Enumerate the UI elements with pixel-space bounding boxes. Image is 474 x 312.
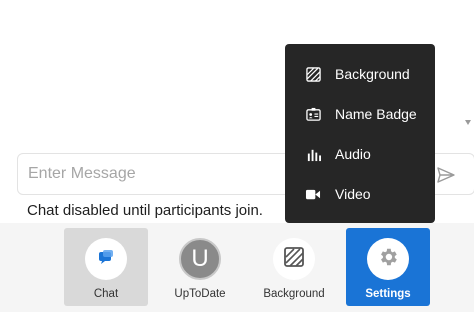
background-icon: [305, 66, 321, 82]
chat-status-text: Chat disabled until participants join.: [27, 202, 263, 219]
chat-label: Chat: [93, 288, 119, 300]
background-label: Background: [263, 288, 325, 300]
settings-label: Settings: [365, 288, 411, 300]
participant-label: UpToDate: [174, 288, 226, 300]
background-circle: [273, 238, 315, 280]
settings-menu: Background Name Badge Audio Video: [285, 44, 435, 223]
avatar: U: [179, 238, 221, 280]
chat-scrollbar[interactable]: [462, 0, 474, 140]
participant-circle: U: [179, 238, 221, 280]
background-button[interactable]: Background: [252, 228, 336, 306]
send-icon[interactable]: [436, 165, 456, 185]
chat-circle: [85, 238, 127, 280]
chat-bubble-icon: [97, 248, 115, 271]
audio-icon: [305, 146, 321, 162]
menu-item-name-badge[interactable]: Name Badge: [285, 94, 435, 134]
background-icon: [283, 246, 305, 273]
chat-button[interactable]: Chat: [64, 228, 148, 306]
menu-item-label: Audio: [335, 146, 371, 162]
menu-item-audio[interactable]: Audio: [285, 134, 435, 174]
settings-circle: [367, 238, 409, 280]
bottom-toolbar: Chat U UpToDate Background Settings: [0, 223, 474, 312]
participant-button[interactable]: U UpToDate: [158, 228, 242, 306]
scroll-down-arrow-icon[interactable]: [465, 120, 471, 125]
menu-item-background[interactable]: Background: [285, 54, 435, 94]
menu-item-label: Video: [335, 186, 371, 202]
menu-item-label: Background: [335, 66, 410, 82]
video-camera-icon: [305, 186, 321, 202]
menu-item-label: Name Badge: [335, 106, 417, 122]
menu-item-video[interactable]: Video: [285, 174, 435, 214]
gear-icon: [377, 246, 399, 273]
badge-icon: [305, 106, 321, 122]
settings-button[interactable]: Settings: [346, 228, 430, 306]
